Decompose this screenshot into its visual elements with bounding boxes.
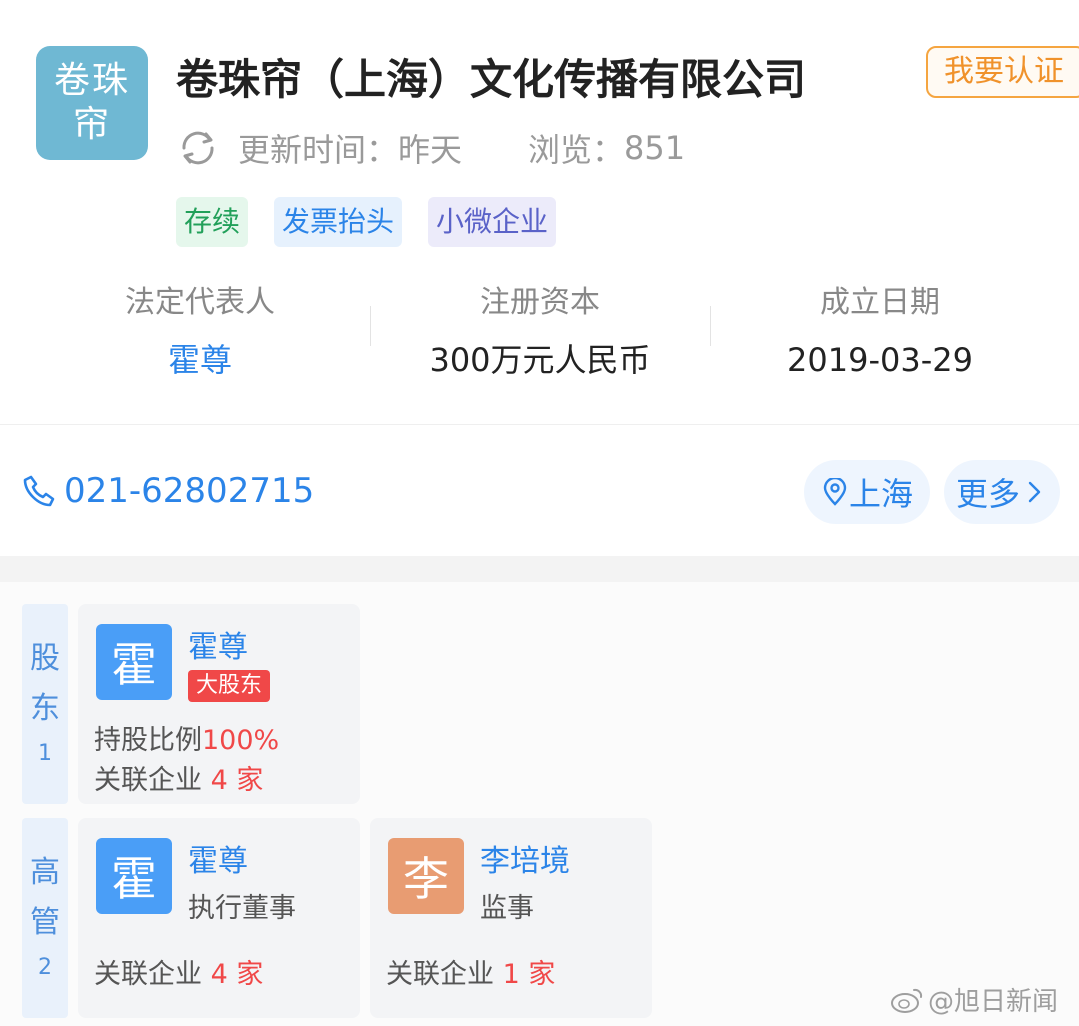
related-label: 关联企业 (94, 959, 202, 990)
refresh-icon[interactable] (176, 126, 220, 170)
status-tags: 存续 发票抬头 小微企业 (176, 197, 582, 247)
related-unit: 家 (528, 959, 556, 990)
chevron-right-icon (1028, 481, 1041, 503)
legal-rep-link[interactable]: 霍尊 (30, 328, 370, 392)
executives-label[interactable]: 高 管 2 (22, 818, 68, 1018)
shareholder-card[interactable]: 霍 霍尊 大股东 持股比例100% 关联企业 4 家 (78, 604, 360, 804)
views-label: 浏览： (528, 131, 625, 169)
related-companies[interactable]: 关联企业 1 家 (386, 952, 555, 991)
stat-label: 成立日期 (820, 285, 940, 320)
meta-row: 更新时间： 昨天 浏览： 851 (176, 126, 685, 170)
executives-label-char: 管 (30, 905, 60, 940)
section-gap (0, 556, 1079, 582)
update-value: 昨天 (398, 131, 463, 169)
share-ratio: 持股比例100% (94, 718, 279, 757)
shareholders-label-char: 东 (30, 691, 60, 726)
stat-founded-date: 成立日期 2019-03-29 (710, 278, 1050, 388)
avatar: 霍 (96, 624, 172, 700)
company-logo: 卷珠 帘 (36, 46, 148, 160)
executives-label-char: 高 (30, 855, 60, 890)
stat-label: 注册资本 (480, 285, 600, 320)
avatar: 李 (388, 838, 464, 914)
executive-card[interactable]: 李 李培境 监事 关联企业 1 家 (370, 818, 652, 1018)
key-stats: 法定代表人 霍尊 注册资本 300万元人民币 成立日期 2019-03-29 (30, 278, 1050, 388)
more-label: 更多 (955, 475, 1020, 513)
executive-card[interactable]: 霍 霍尊 执行董事 关联企业 4 家 (78, 818, 360, 1018)
location-label: 上海 (848, 475, 913, 513)
phone-link[interactable]: 021-62802715 (22, 466, 314, 516)
person-role: 执行董事 (188, 893, 296, 924)
shareholders-label[interactable]: 股 东 1 (22, 604, 68, 804)
related-companies[interactable]: 关联企业 4 家 (94, 758, 263, 797)
avatar: 霍 (96, 838, 172, 914)
certify-button[interactable]: 我要认证 (926, 46, 1079, 98)
tag-invoice[interactable]: 发票抬头 (274, 197, 403, 247)
stat-value: 300万元人民币 (429, 341, 651, 379)
related-unit: 家 (236, 959, 264, 990)
stat-value: 2019-03-29 (787, 341, 973, 379)
logo-text-line2: 帘 (72, 104, 111, 145)
share-ratio-value: 100% (202, 725, 280, 756)
stat-legal-rep: 法定代表人 霍尊 (30, 278, 370, 388)
more-button[interactable]: 更多 (944, 460, 1060, 524)
person-name[interactable]: 李培境 (480, 836, 570, 880)
related-count: 1 (502, 959, 520, 990)
divider (0, 424, 1079, 425)
phone-icon (23, 475, 55, 507)
related-count: 4 (210, 959, 228, 990)
shareholders-label-char: 股 (30, 641, 60, 676)
watermark: @旭日新闻 (890, 982, 1059, 1017)
related-label: 关联企业 (386, 959, 494, 990)
major-shareholder-badge: 大股东 (188, 670, 271, 702)
company-name: 卷珠帘（上海）文化传播有限公司 (176, 55, 807, 104)
views-value: 851 (624, 129, 686, 167)
person-name[interactable]: 霍尊 (188, 836, 248, 880)
location-pin-icon (823, 478, 847, 506)
person-name[interactable]: 霍尊 (188, 622, 248, 666)
related-count: 4 (210, 765, 228, 796)
executives-count: 2 (38, 955, 52, 980)
tag-size: 小微企业 (428, 197, 557, 247)
stat-label: 法定代表人 (125, 285, 275, 320)
person-role: 监事 (480, 893, 534, 924)
watermark-text: @旭日新闻 (928, 986, 1059, 1017)
shareholders-count: 1 (38, 741, 52, 766)
related-companies[interactable]: 关联企业 4 家 (94, 952, 263, 991)
location-button[interactable]: 上海 (804, 460, 930, 524)
phone-number: 021-62802715 (64, 471, 315, 511)
update-label: 更新时间： (238, 131, 399, 169)
stat-registered-capital: 注册资本 300万元人民币 (370, 278, 710, 388)
weibo-icon (891, 988, 923, 1013)
related-label: 关联企业 (94, 765, 202, 796)
related-unit: 家 (236, 765, 264, 796)
share-ratio-label: 持股比例 (94, 725, 202, 756)
tag-status: 存续 (176, 197, 249, 247)
logo-text-line1: 卷珠 (53, 60, 130, 101)
